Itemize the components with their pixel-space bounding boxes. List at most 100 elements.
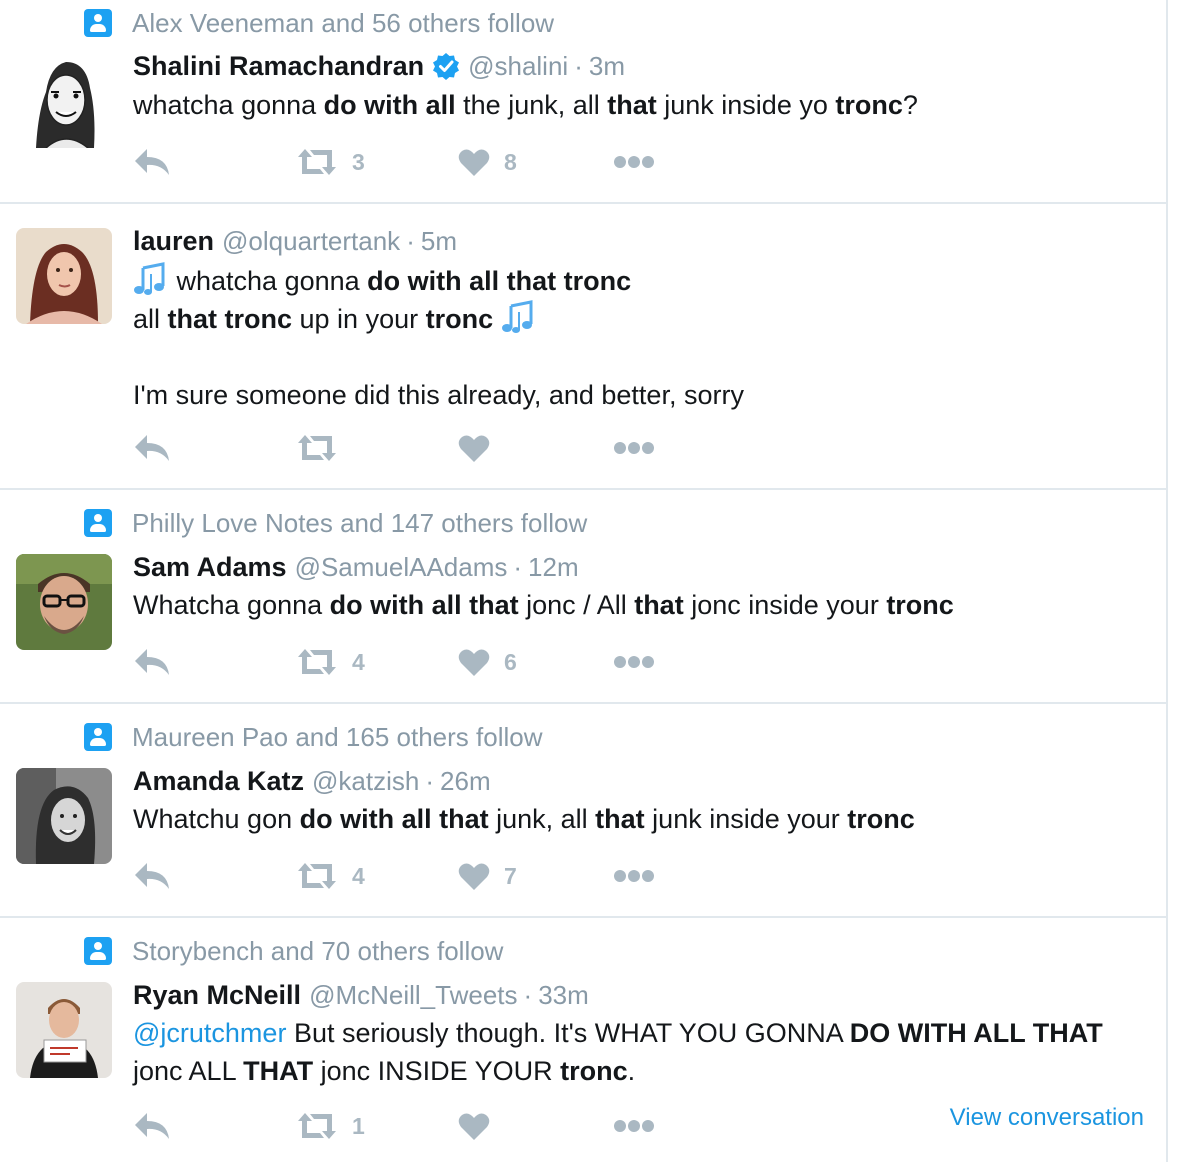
retweet-button[interactable] [296,430,352,466]
bold-segment: do with all that [329,590,519,620]
follow-context-icon [84,9,112,37]
author-name[interactable]: Amanda Katz [133,766,304,797]
tweet[interactable]: Philly Love Notes and 147 others follow … [0,490,1168,704]
like-button[interactable] [458,430,504,466]
like-button[interactable]: 8 [458,144,517,180]
timestamp[interactable]: 5m [421,226,457,257]
reply-icon [135,149,169,175]
tweet-header: Amanda Katz @katzish · 26m [133,764,491,798]
text-segment: junk inside your [644,804,848,834]
tweet-header: lauren @olquartertank · 5m [133,224,457,258]
avatar[interactable] [16,982,112,1078]
more-button[interactable] [613,144,655,180]
text-segment: jonc inside your [683,590,887,620]
more-dots-icon [614,870,654,882]
tweet-text: whatcha gonna do with all that tronc all … [133,262,1153,414]
like-count: 6 [504,648,517,675]
view-conversation-link[interactable]: View conversation [950,1104,1144,1132]
woman-bw-photo-icon [16,768,112,864]
tweet-text-line: Whatchu gon do with all that junk, all t… [133,800,1153,838]
retweet-count: 1 [352,1112,365,1139]
separator: · [513,551,523,582]
tweet-actions: 4 6 [133,644,733,680]
author-handle[interactable]: @McNeill_Tweets [309,980,517,1011]
tweet-actions [133,430,733,466]
tweet[interactable]: Storybench and 70 others follow Ryan McN… [0,918,1168,1162]
more-button[interactable] [613,644,655,680]
tweet[interactable]: Alex Veeneman and 56 others follow Shali… [0,0,1168,204]
retweet-button[interactable]: 1 [296,1108,365,1144]
tweet-text: whatcha gonna do with all the junk, all … [133,86,1153,124]
tweet-header: Shalini Ramachandran @shalini · 3m [133,49,625,83]
more-dots-icon [614,656,654,668]
text-segment [493,304,501,334]
bold-segment: DO WITH ALL THAT [849,1018,1103,1048]
like-count: 7 [504,862,517,889]
reply-button[interactable] [133,430,171,466]
retweet-button[interactable]: 3 [296,144,365,180]
retweet-icon [298,1113,336,1139]
tweet-actions: 1 [133,1108,733,1144]
tweet-text: Whatchu gon do with all that junk, all t… [133,800,1153,838]
retweet-icon [298,649,336,675]
bold-segment: that [595,804,645,834]
author-handle[interactable]: @SamuelAAdams [295,552,508,583]
tweet-text: Whatcha gonna do with all that jonc / Al… [133,586,1153,624]
author-name[interactable]: Ryan McNeill [133,980,301,1011]
music-notes-icon [134,262,165,295]
author-handle[interactable]: @olquartertank [222,226,400,257]
like-button[interactable]: 6 [458,644,517,680]
reply-button[interactable] [133,858,171,894]
author-name[interactable]: Shalini Ramachandran [133,51,424,82]
bold-segment: that [607,90,657,120]
timeline: Alex Veeneman and 56 others follow Shali… [0,0,1168,1162]
tweet-text-line: Whatcha gonna do with all that jonc / Al… [133,586,1153,624]
bold-segment: that tronc [167,304,293,334]
text-segment: Whatchu gon [133,804,300,834]
separator: · [523,979,533,1010]
timestamp[interactable]: 26m [440,766,491,797]
social-context: Storybench and 70 others follow [84,936,503,966]
author-handle[interactable]: @shalini [468,51,568,82]
reply-icon [135,435,169,461]
author-name[interactable]: lauren [133,226,214,257]
tweet-text-line: I'm sure someone did this already, and b… [133,376,1153,414]
reply-button[interactable] [133,1108,171,1144]
like-button[interactable] [458,1108,504,1144]
avatar[interactable] [16,768,112,864]
bold-segment: tronc [560,1056,628,1086]
mention-link[interactable]: @jcrutchmer [133,1018,286,1048]
tweet-text-line: @jcrutchmer But seriously though. It's W… [133,1014,1153,1052]
sketch-portrait-icon [16,52,112,148]
text-segment: But seriously though. It's WHAT YOU GONN… [286,1018,850,1048]
retweet-button[interactable]: 4 [296,858,365,894]
timestamp[interactable]: 33m [538,980,589,1011]
avatar[interactable] [16,52,112,148]
author-name[interactable]: Sam Adams [133,552,287,583]
tweet-text-line: whatcha gonna do with all that tronc [133,262,1153,300]
bold-segment: do with all that [299,804,489,834]
retweet-icon [298,149,336,175]
more-button[interactable] [613,1108,655,1144]
reply-button[interactable] [133,144,171,180]
reply-button[interactable] [133,644,171,680]
timestamp[interactable]: 12m [528,552,579,583]
tweet-text-line: jonc ALL THAT jonc INSIDE YOUR tronc. [133,1052,1153,1090]
tweet[interactable]: Maureen Pao and 165 others follow Amanda… [0,704,1168,918]
tweet-text-line [133,338,1153,376]
social-context-text: Alex Veeneman and 56 others follow [132,7,555,38]
social-context-text: Philly Love Notes and 147 others follow [132,507,588,538]
timestamp[interactable]: 3m [589,51,625,82]
more-button[interactable] [613,430,655,466]
like-button[interactable]: 7 [458,858,517,894]
avatar[interactable] [16,228,112,324]
text-segment: Whatcha gonna [133,590,330,620]
tweet[interactable]: lauren @olquartertank · 5m whatcha gonna… [0,204,1168,490]
heart-icon [458,149,490,176]
more-button[interactable] [613,858,655,894]
retweet-button[interactable]: 4 [296,644,365,680]
avatar[interactable] [16,554,112,650]
social-context-text: Maureen Pao and 165 others follow [132,721,543,752]
man-glasses-photo-icon [16,554,112,650]
author-handle[interactable]: @katzish [312,766,419,797]
